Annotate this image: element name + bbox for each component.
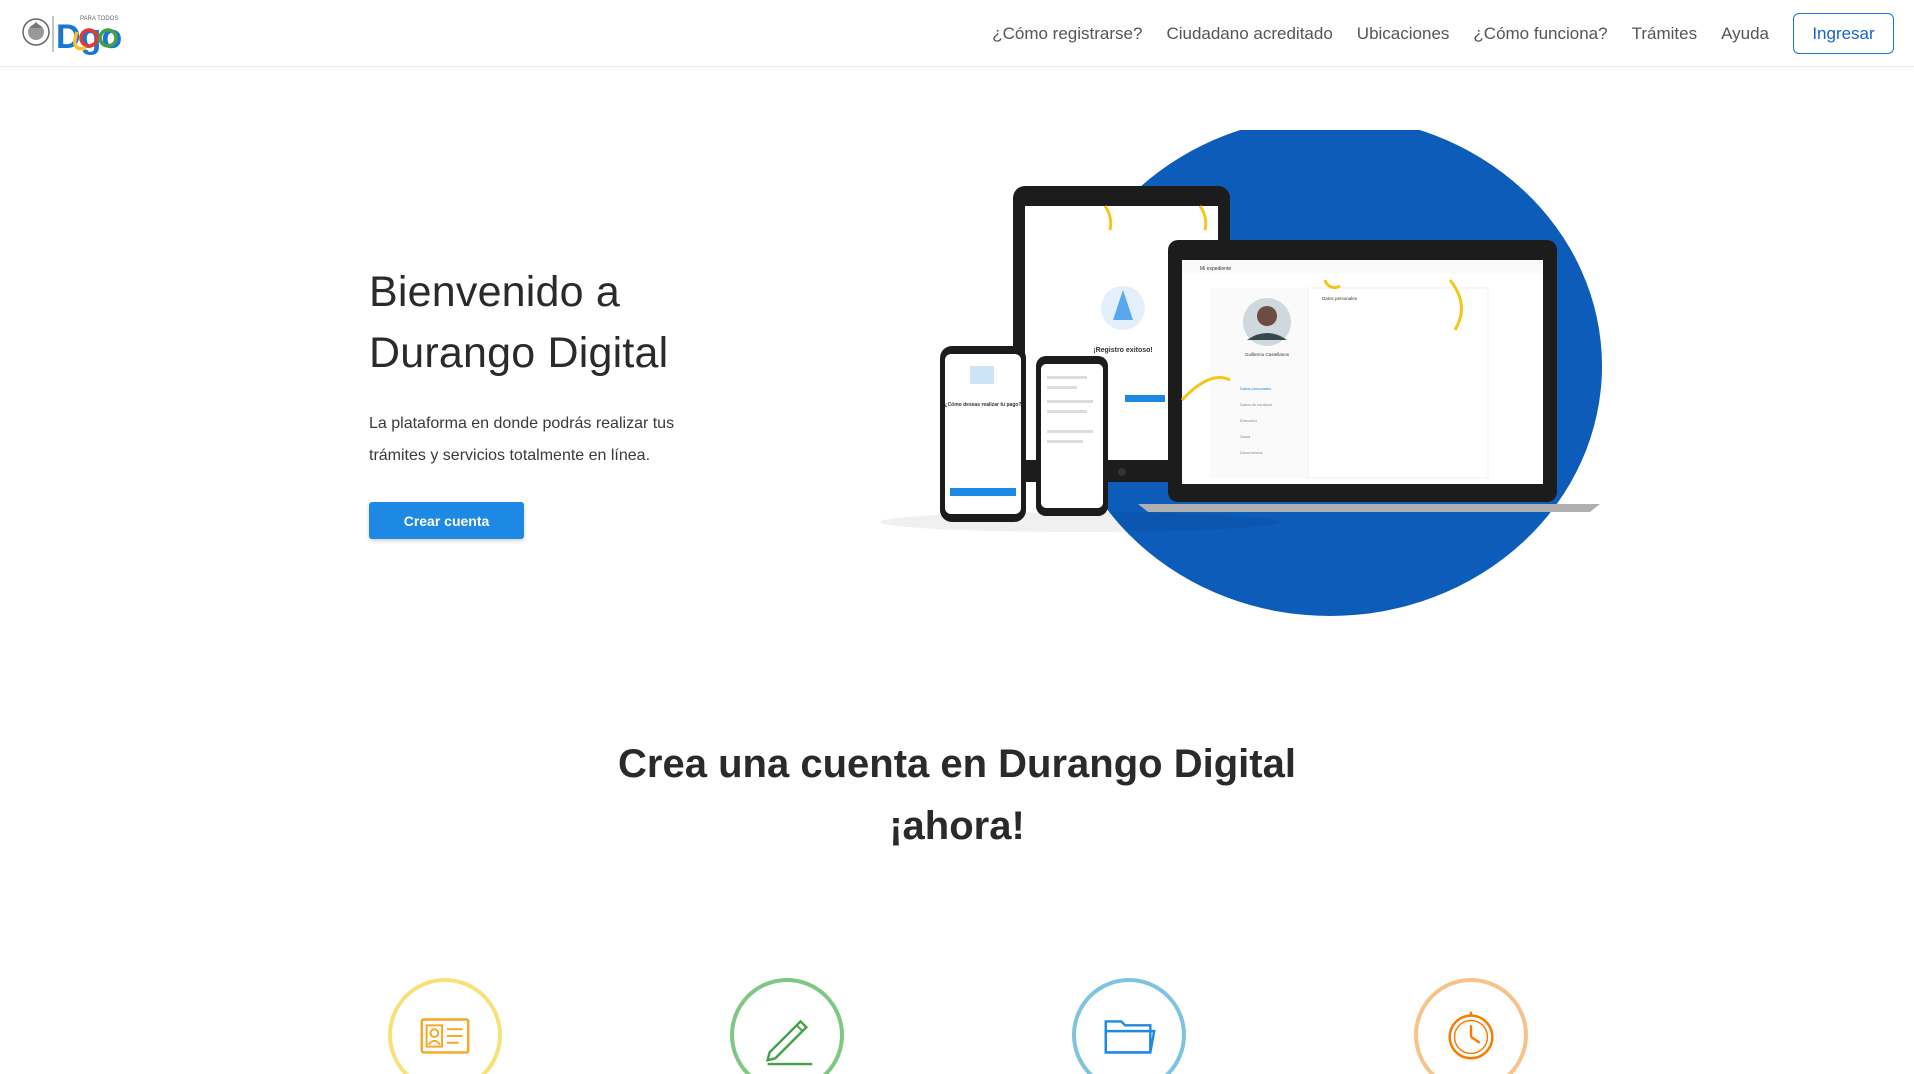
clock-icon xyxy=(1448,1011,1494,1060)
hero-title: Bienvenido a Durango Digital xyxy=(369,262,789,384)
section-title-line1: Crea una cuenta en Durango Digital xyxy=(618,742,1296,786)
pen-icon xyxy=(765,1019,813,1066)
create-account-button[interactable]: Crear cuenta xyxy=(369,502,524,539)
login-button[interactable]: Ingresar xyxy=(1793,13,1894,54)
laptop-menu-3: Dirección xyxy=(1240,418,1257,423)
laptop-menu-1: Datos personales xyxy=(1240,386,1271,391)
top-navbar: PARA TODOS Dgo ¿Cómo registrarse? Ciudad… xyxy=(0,0,1914,67)
step-time-circle xyxy=(1414,978,1528,1074)
laptop-menu-4: Salud xyxy=(1240,434,1250,439)
nav-ciudadano-acreditado[interactable]: Ciudadano acreditado xyxy=(1166,24,1332,44)
devices-illustration: ¡Registro exitoso! Mi expediente Guiller… xyxy=(830,116,1630,650)
phone-payment-text: ¿Cómo deseas realizar tu pago? xyxy=(945,402,1022,408)
section-title-line2: ¡ahora! xyxy=(889,804,1025,848)
tablet-success-text: ¡Registro exitoso! xyxy=(1093,347,1153,354)
hero-subtitle: La plataforma en donde podrás realizar t… xyxy=(369,415,675,464)
laptop-base-shape xyxy=(1138,504,1600,512)
laptop-header-text: Mi expediente xyxy=(1200,266,1231,272)
nav-como-funciona[interactable]: ¿Cómo funciona? xyxy=(1473,24,1607,44)
step-sign-circle xyxy=(730,978,844,1074)
logo-big-text: Dgo xyxy=(56,18,122,56)
step-register-circle xyxy=(388,978,502,1074)
nav-ayuda[interactable]: Ayuda xyxy=(1721,24,1769,44)
main-nav: ¿Cómo registrarse? Ciudadano acreditado … xyxy=(968,0,1894,67)
hero-title-line1: Bienvenido a xyxy=(369,268,621,316)
laptop-menu-5: Documentos xyxy=(1240,450,1262,455)
hero-title-line2: Durango Digital xyxy=(369,329,669,377)
folder-icon xyxy=(1104,1020,1156,1054)
id-card-icon xyxy=(420,1018,470,1054)
step-docs-circle xyxy=(1072,978,1186,1074)
laptop-menu-2: Datos de contacto xyxy=(1240,402,1273,407)
nav-ubicaciones[interactable]: Ubicaciones xyxy=(1357,24,1450,44)
durango-logo[interactable]: PARA TODOS Dgo xyxy=(20,8,130,56)
laptop-section-text: Datos personales xyxy=(1322,296,1358,301)
create-account-heading: Crea una cuenta en Durango Digital ¡ahor… xyxy=(557,733,1357,857)
laptop-user-text: Guillermo Castellanos xyxy=(1245,352,1290,357)
nav-como-registrarse[interactable]: ¿Cómo registrarse? xyxy=(992,24,1142,44)
nav-tramites[interactable]: Trámites xyxy=(1632,24,1698,44)
